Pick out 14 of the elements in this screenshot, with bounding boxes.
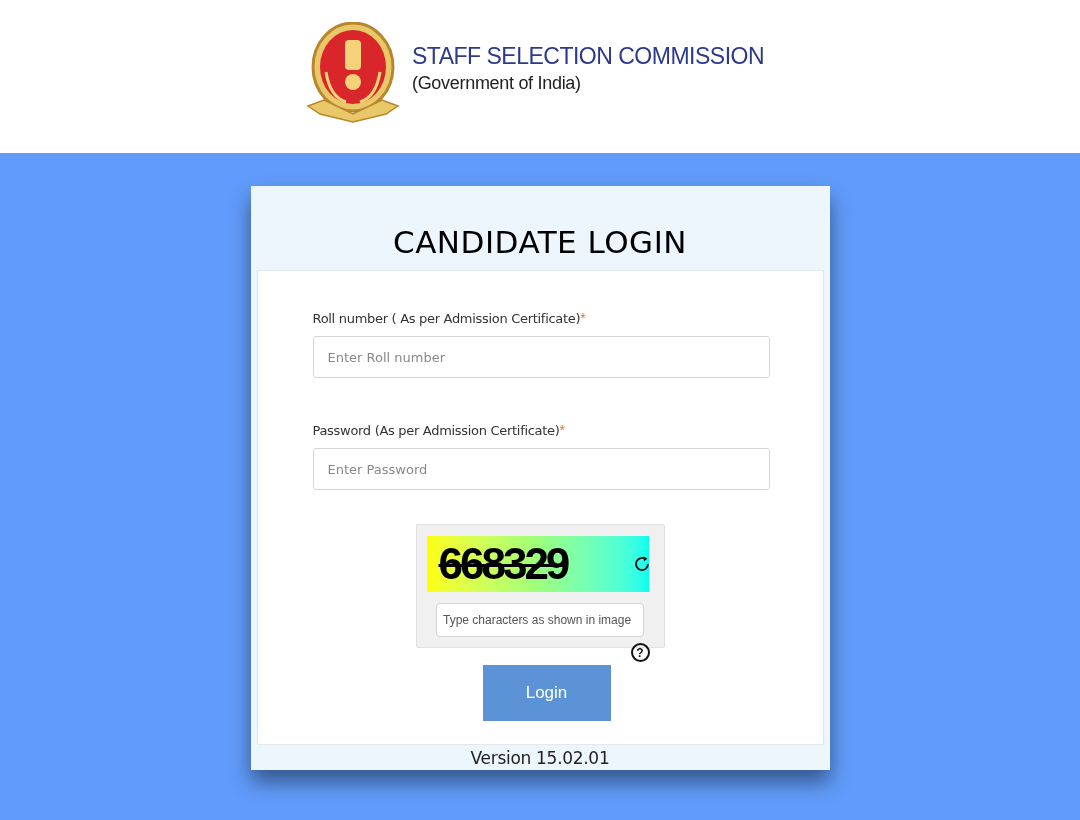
captcha-input-field[interactable]: Type characters as shown in image: [436, 603, 644, 637]
version-text: Version 15.02.01: [470, 747, 610, 770]
field-label: Password (As per Admission Certificate): [312, 422, 560, 440]
required-mark: *: [580, 309, 586, 328]
required-mark: *: [559, 421, 565, 440]
field-label: Roll number ( As per Admission Certificate): [312, 310, 581, 328]
input-field[interactable]: Enter Password: [312, 448, 770, 490]
help-icon[interactable]: ?: [630, 643, 650, 662]
refresh-icon[interactable]: [632, 555, 651, 573]
organization-title: STAFF SELECTION COMMISSION: [411, 42, 764, 70]
organization-subtitle: (Government of India): [411, 72, 582, 95]
input-field[interactable]: Enter Roll number: [312, 336, 770, 378]
captcha-code: 668329: [438, 539, 568, 589]
login-title: CANDIDATE LOGIN: [393, 223, 687, 262]
